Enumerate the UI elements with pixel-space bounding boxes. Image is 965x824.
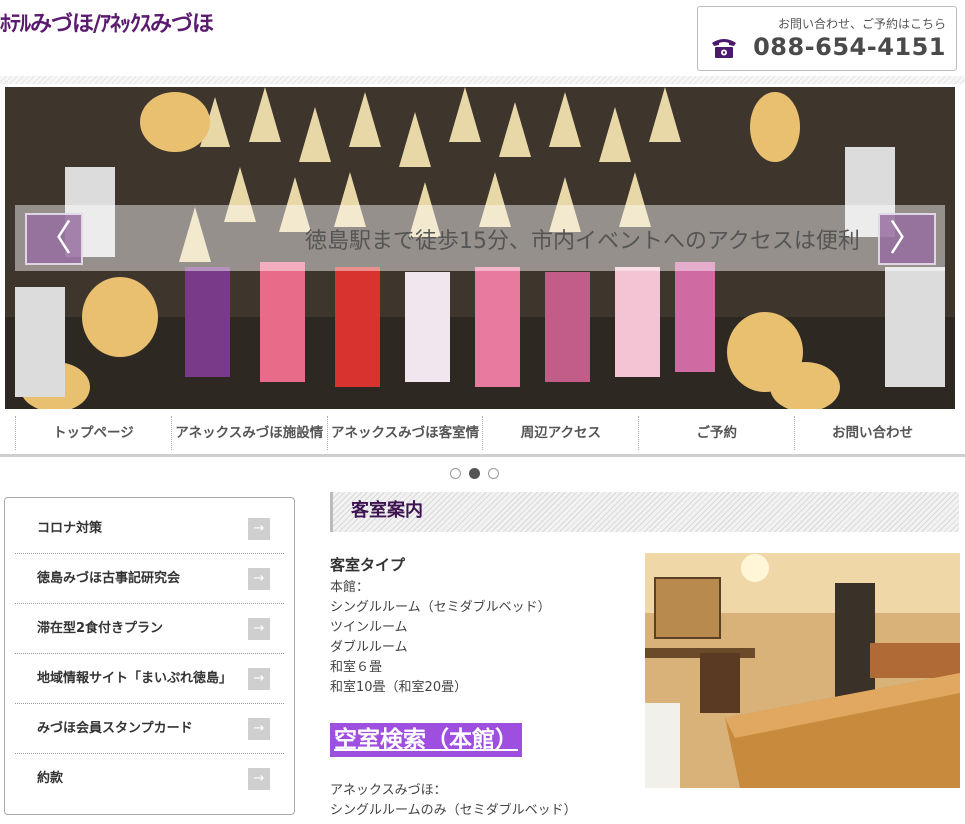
sidebar-item-terms[interactable]: 約款 → bbox=[15, 754, 284, 804]
room-list-line: シングルルームのみ（セミダブルベッド） bbox=[330, 803, 577, 818]
nav-divider bbox=[0, 454, 965, 457]
carousel-dot[interactable] bbox=[488, 468, 499, 479]
slideshow-prev-button[interactable]: 〈 bbox=[25, 213, 83, 265]
room-list-line: ツインルーム bbox=[330, 620, 408, 635]
arrow-right-icon: → bbox=[248, 618, 270, 640]
phone-icon bbox=[712, 39, 736, 58]
header-divider bbox=[0, 76, 965, 84]
slideshow-next-button[interactable]: 〉 bbox=[878, 213, 936, 265]
carousel-dots bbox=[450, 468, 499, 479]
carousel-dot[interactable] bbox=[450, 468, 461, 479]
section-header: 客室案内 bbox=[330, 492, 959, 532]
vacancy-search-link[interactable]: 空室検索（本館） bbox=[330, 723, 522, 757]
sidebar-item-stay-plan[interactable]: 滞在型2食付きプラン → bbox=[15, 604, 284, 654]
hero-slideshow: 徳島駅まで徒歩15分、市内イベントへのアクセスは便利 〈 〉 bbox=[5, 87, 955, 409]
annex-room-list: アネックスみづほ： シングルルームのみ（セミダブルベッド） bbox=[330, 781, 577, 821]
nav-item-reservation[interactable]: ご予約 bbox=[638, 416, 794, 450]
sidebar-item-label: みづほ会員スタンプカード bbox=[37, 721, 193, 736]
sidebar-item-label: コロナ対策 bbox=[37, 521, 103, 536]
room-list-line: 和室６畳 bbox=[330, 660, 383, 675]
arrow-right-icon: → bbox=[248, 668, 270, 690]
arrow-right-icon: → bbox=[248, 568, 270, 590]
room-photo bbox=[645, 553, 960, 788]
room-list-line: ダブルルーム bbox=[330, 640, 408, 655]
hero-caption: 徳島駅まで徒歩15分、市内イベントへのアクセスは便利 bbox=[305, 229, 860, 254]
sidebar-item-covid[interactable]: コロナ対策 → bbox=[15, 504, 284, 554]
sidebar-item-local-info[interactable]: 地域情報サイト「まいぷれ徳島」 → bbox=[15, 654, 284, 704]
honkan-room-list: 本館： シングルルーム（セミダブルベッド） ツインルーム ダブルルーム 和室６畳… bbox=[330, 578, 551, 698]
nav-item-access[interactable]: 周辺アクセス bbox=[482, 416, 638, 450]
room-list-line: シングルルーム（セミダブルベッド） bbox=[330, 600, 551, 615]
sidebar-menu: コロナ対策 → 徳島みづほ古事記研究会 → 滞在型2食付きプラン → 地域情報サ… bbox=[4, 497, 295, 815]
arrow-right-icon: → bbox=[248, 518, 270, 540]
room-list-line: アネックスみづほ： bbox=[330, 783, 447, 798]
main-nav: トップページ アネックスみづほ施設情 アネックスみづほ客室情 周辺アクセス ご予… bbox=[15, 416, 950, 450]
nav-item-annex-facilities[interactable]: アネックスみづほ施設情 bbox=[170, 416, 327, 450]
phone-number[interactable]: 088-654-4151 bbox=[753, 33, 946, 61]
room-list-line: 本館： bbox=[330, 580, 370, 595]
sidebar-item-label: 徳島みづほ古事記研究会 bbox=[37, 571, 181, 586]
nav-item-annex-rooms[interactable]: アネックスみづほ客室情 bbox=[326, 416, 483, 450]
chevron-left-icon: 〈 bbox=[35, 218, 72, 259]
sidebar-item-kojiki-society[interactable]: 徳島みづほ古事記研究会 → bbox=[15, 554, 284, 604]
arrow-right-icon: → bbox=[248, 718, 270, 740]
carousel-dot-active[interactable] bbox=[469, 468, 480, 479]
contact-box: お問い合わせ、ご予約はこちら 088-654-4151 bbox=[697, 6, 957, 71]
sidebar-item-stamp-card[interactable]: みづほ会員スタンプカード → bbox=[15, 704, 284, 754]
chevron-right-icon: 〉 bbox=[888, 218, 925, 259]
nav-item-top[interactable]: トップページ bbox=[15, 416, 171, 450]
room-list-line: 和室10畳（和室20畳） bbox=[330, 680, 468, 695]
sidebar-item-label: 地域情報サイト「まいぷれ徳島」 bbox=[37, 671, 233, 686]
site-logo[interactable]: ﾎﾃﾙみづほ/ｱﾈｯｸｽみづほ bbox=[0, 6, 214, 38]
room-type-heading: 客室タイプ bbox=[330, 556, 406, 574]
sidebar-item-label: 約款 bbox=[37, 771, 64, 786]
contact-caption: お問い合わせ、ご予約はこちら bbox=[777, 17, 946, 31]
nav-item-contact[interactable]: お問い合わせ bbox=[794, 416, 950, 450]
arrow-right-icon: → bbox=[248, 768, 270, 790]
sidebar-item-label: 滞在型2食付きプラン bbox=[37, 621, 164, 636]
section-title: 客室案内 bbox=[351, 500, 423, 521]
